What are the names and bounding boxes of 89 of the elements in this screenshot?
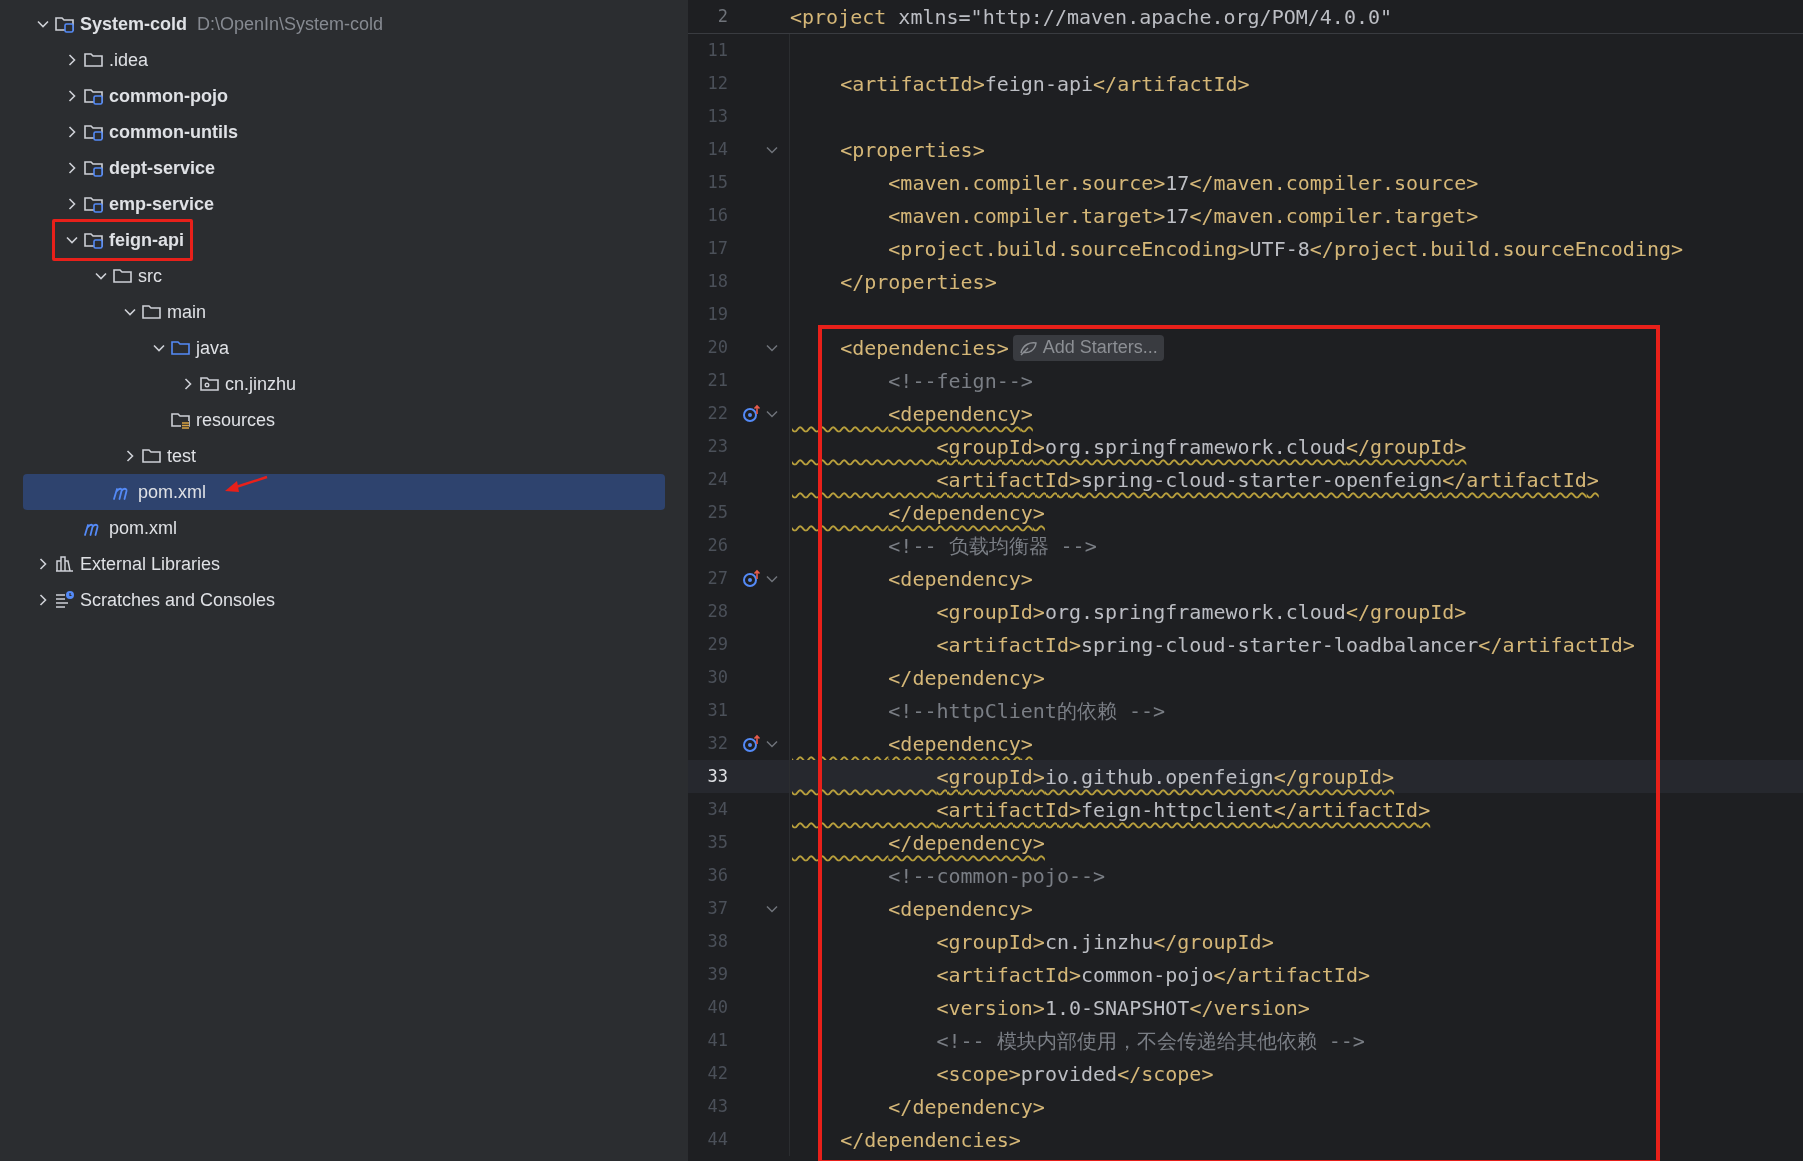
chevron-down-icon[interactable] bbox=[37, 18, 49, 30]
code-line: <properties> bbox=[839, 136, 985, 164]
code-line: <groupId>org.springframework.cloud</groupId> bbox=[935, 598, 1467, 626]
project-path: D:\OpenIn\System-cold bbox=[197, 12, 384, 36]
tree-item[interactable]: cn.jinzhu bbox=[23, 366, 665, 402]
tree-label: Scratches and Consoles bbox=[80, 588, 276, 612]
chevron-right-icon[interactable] bbox=[66, 90, 78, 102]
tree-label: main bbox=[167, 300, 206, 324]
chevron-right-icon[interactable] bbox=[66, 54, 78, 66]
code-line: </properties> bbox=[839, 268, 997, 296]
tree-label: cn.jinzhu bbox=[225, 372, 297, 396]
tree-label: pom.xml bbox=[109, 516, 177, 540]
tree-item[interactable]: test bbox=[23, 438, 665, 474]
chevron-right-icon[interactable] bbox=[66, 126, 78, 138]
code-line: <artifactId>spring-cloud-starter-loadbalancer</artifactId> bbox=[935, 631, 1635, 659]
tree-item[interactable]: java bbox=[23, 330, 665, 366]
tree-item[interactable]: common-untils bbox=[23, 114, 665, 150]
tree-item[interactable]: pom.xml bbox=[23, 510, 665, 546]
code-line: <project xmlns="http://maven.apache.org/POM/4.0.0" bbox=[790, 3, 1393, 31]
tree-label: src bbox=[138, 264, 162, 288]
chevron-down-icon[interactable] bbox=[124, 306, 136, 318]
code-line: <artifactId>spring-cloud-starter-openfeign</artifactId> bbox=[935, 466, 1599, 494]
code-line: <dependency> bbox=[887, 895, 1033, 923]
code-line: <dependency> bbox=[887, 730, 1033, 758]
tree-item[interactable]: System-cold D:\OpenIn\System-cold bbox=[23, 6, 665, 42]
code-line: <maven.compiler.target>17</maven.compiler.target> bbox=[887, 202, 1479, 230]
code-line: </dependency> bbox=[887, 664, 1045, 692]
tree-label: dept-service bbox=[109, 156, 216, 180]
scratches-icon bbox=[54, 589, 76, 611]
tree-label: External Libraries bbox=[80, 552, 221, 576]
code-line: <version>1.0-SNAPSHOT</version> bbox=[935, 994, 1310, 1022]
chevron-down-icon[interactable] bbox=[153, 342, 165, 354]
tree-item[interactable]: src bbox=[23, 258, 665, 294]
code-line: <dependency> bbox=[887, 400, 1033, 428]
code-line: <scope>provided</scope> bbox=[935, 1060, 1214, 1088]
tree-item[interactable]: feign-api bbox=[23, 222, 665, 258]
tree-label: resources bbox=[196, 408, 276, 432]
code-line: <!--feign--> bbox=[887, 367, 1033, 395]
code-line: </dependency> bbox=[887, 499, 1045, 527]
code-line: <artifactId>common-pojo</artifactId> bbox=[935, 961, 1370, 989]
override-marker-icon[interactable] bbox=[742, 568, 762, 589]
override-marker-icon[interactable] bbox=[742, 403, 762, 424]
tree-label: common-untils bbox=[109, 120, 238, 144]
code-line: <maven.compiler.source>17</maven.compiler.source> bbox=[887, 169, 1479, 197]
code-line: <dependencies> bbox=[839, 334, 1009, 362]
code-line: <groupId>org.springframework.cloud</groupId> bbox=[935, 433, 1467, 461]
code-line: <project.build.sourceEncoding>UTF-8</project.build.sourceEncoding> bbox=[887, 235, 1684, 263]
tree-item[interactable]: External Libraries bbox=[23, 546, 665, 582]
override-marker-icon[interactable] bbox=[742, 733, 762, 754]
library-icon bbox=[54, 553, 76, 575]
tree-label: feign-api bbox=[109, 228, 184, 252]
line-number: 33 bbox=[706, 764, 728, 788]
code-line: <artifactId>feign-httpclient</artifactId> bbox=[935, 796, 1431, 824]
line-number: 2 bbox=[716, 4, 729, 28]
code-line: <groupId>io.github.openfeign</groupId> bbox=[935, 763, 1395, 791]
tree-label: System-cold bbox=[80, 12, 188, 36]
tree-item[interactable]: Scratches and Consoles bbox=[23, 582, 665, 618]
tree-label: emp-service bbox=[109, 192, 215, 216]
leaf-icon bbox=[1018, 339, 1037, 356]
tree-item[interactable]: main bbox=[23, 294, 665, 330]
code-line: <!-- 模块内部使用，不会传递给其他依赖 --> bbox=[935, 1027, 1365, 1055]
tree-item[interactable]: dept-service bbox=[23, 150, 665, 186]
chevron-down-icon[interactable] bbox=[95, 270, 107, 282]
tree-item[interactable]: emp-service bbox=[23, 186, 665, 222]
chevron-right-icon[interactable] bbox=[66, 162, 78, 174]
chevron-right-icon[interactable] bbox=[124, 450, 136, 462]
chevron-right-icon[interactable] bbox=[182, 378, 194, 390]
tree-item[interactable]: resources bbox=[23, 402, 665, 438]
code-line: <!-- 负载均衡器 --> bbox=[887, 532, 1097, 560]
code-line: <!--httpClient的依赖 --> bbox=[887, 697, 1166, 725]
tree-label: java bbox=[196, 336, 230, 360]
chevron-right-icon[interactable] bbox=[37, 594, 49, 606]
code-line: <artifactId>feign-api</artifactId> bbox=[839, 70, 1250, 98]
tree-label: common-pojo bbox=[109, 84, 228, 108]
code-line: <!--common-pojo--> bbox=[887, 862, 1106, 890]
tree-item[interactable]: common-pojo bbox=[23, 78, 665, 114]
chevron-down-icon[interactable] bbox=[66, 234, 78, 246]
code-line: <groupId>cn.jinzhu</groupId> bbox=[935, 928, 1274, 956]
tree-item[interactable]: pom.xml bbox=[23, 474, 665, 510]
code-line: </dependencies> bbox=[839, 1126, 1021, 1154]
tree-label: .idea bbox=[109, 48, 149, 72]
tree-item[interactable]: .idea bbox=[23, 42, 665, 78]
code-line: </dependency> bbox=[887, 829, 1045, 857]
code-line: <dependency> bbox=[887, 565, 1033, 593]
tree-label: test bbox=[167, 444, 196, 468]
chevron-right-icon[interactable] bbox=[66, 198, 78, 210]
tree-label: pom.xml bbox=[138, 480, 206, 504]
chevron-right-icon[interactable] bbox=[37, 558, 49, 570]
code-line: </dependency> bbox=[887, 1093, 1045, 1121]
